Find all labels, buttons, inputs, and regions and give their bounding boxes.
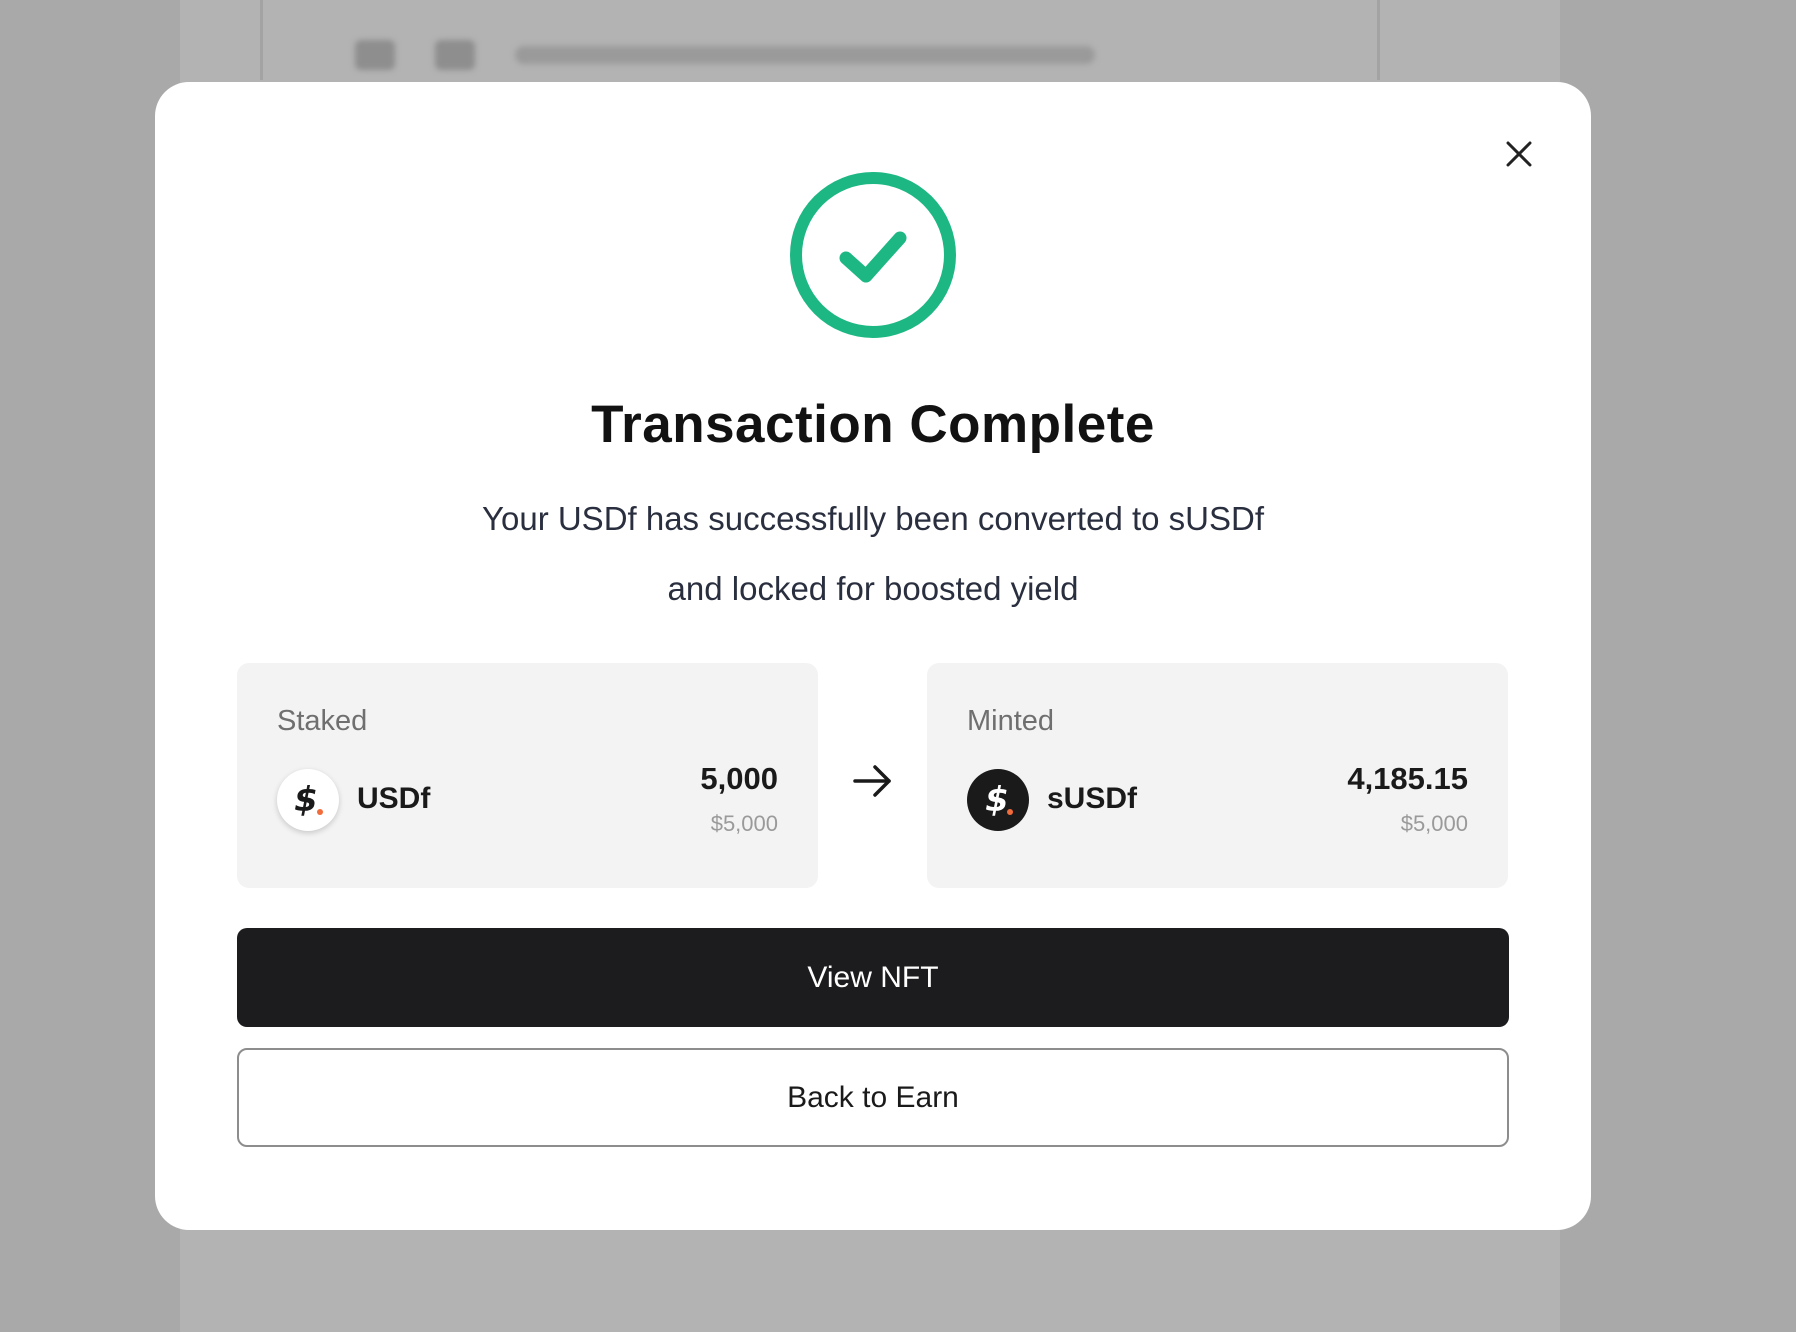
view-nft-button[interactable]: View NFT xyxy=(237,928,1509,1027)
modal-subtitle-line1: Your USDf has successfully been converte… xyxy=(482,500,1264,537)
minted-amount: 4,185.15 xyxy=(1347,761,1468,796)
minted-token-name: sUSDf xyxy=(1047,782,1138,815)
background-bar xyxy=(515,46,1095,64)
svg-text:$: $ xyxy=(985,780,1009,820)
arrow-right-icon xyxy=(853,765,891,797)
staked-label: Staked xyxy=(277,705,368,737)
staked-amount: 5,000 xyxy=(700,761,778,796)
background-chip xyxy=(355,40,395,70)
back-to-earn-button[interactable]: Back to Earn xyxy=(237,1048,1509,1147)
background-chip xyxy=(435,40,475,70)
usdf-icon: $ xyxy=(277,769,339,831)
staked-token-name: USDf xyxy=(357,782,431,815)
staked-card: Staked $ USDf 5,000 $5,000 xyxy=(237,663,818,888)
svg-text:$: $ xyxy=(294,780,318,820)
check-circle-icon xyxy=(790,172,956,338)
close-button[interactable] xyxy=(1495,130,1543,178)
background-row-blurred xyxy=(355,30,1355,80)
close-icon xyxy=(1506,141,1532,167)
staked-usd-value: $5,000 xyxy=(710,811,778,836)
transaction-complete-modal: Transaction Complete Your USDf has succe… xyxy=(155,82,1591,1230)
modal-title: Transaction Complete xyxy=(591,395,1155,454)
modal-subtitle-line2: and locked for boosted yield xyxy=(667,570,1079,607)
susdf-icon: $ xyxy=(967,769,1029,831)
minted-label: Minted xyxy=(967,705,1055,737)
minted-card: Minted $ sUSDf 4,185.15 $5,000 xyxy=(927,663,1508,888)
minted-usd-value: $5,000 xyxy=(1400,811,1468,836)
